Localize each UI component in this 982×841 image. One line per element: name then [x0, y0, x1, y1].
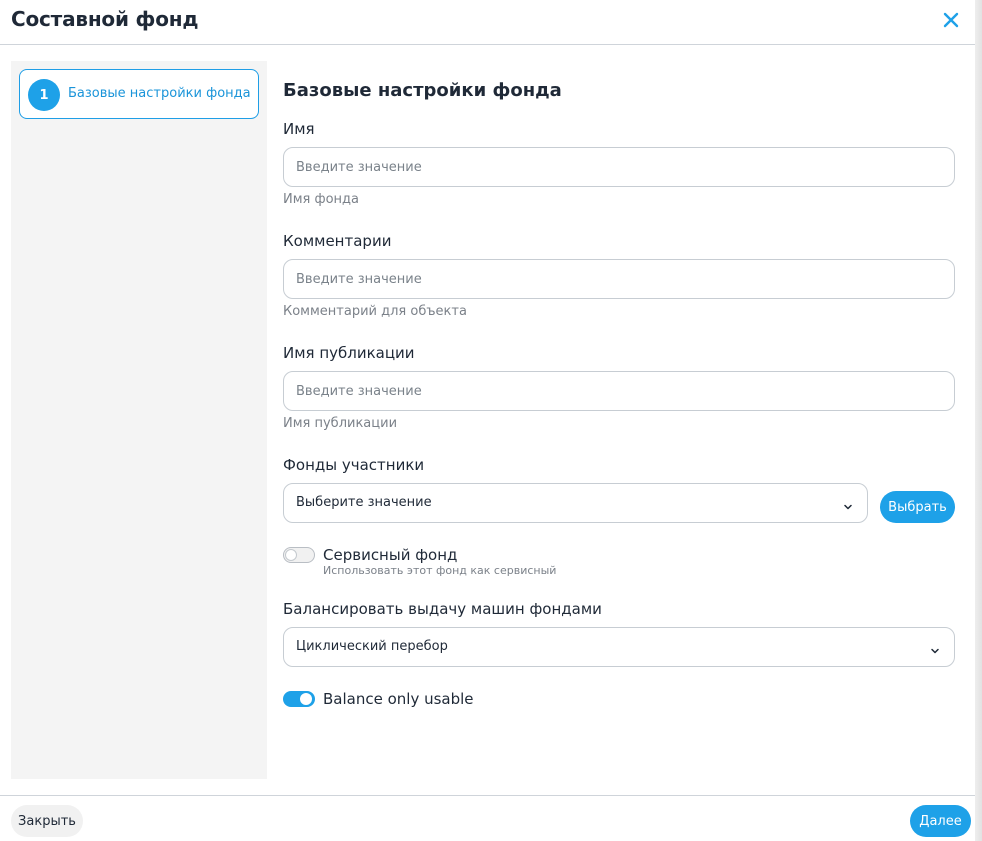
- dialog-footer: Закрыть Далее: [0, 795, 975, 841]
- comment-label: Комментарии: [283, 232, 392, 250]
- chevron-down-icon: [842, 498, 854, 510]
- balance-only-usable-label: Balance only usable: [323, 690, 474, 708]
- comment-hint: Комментарий для объекта: [283, 304, 467, 319]
- dialog-header: Составной фонд: [0, 0, 975, 45]
- toggle-knob: [285, 549, 297, 561]
- publication-name-hint: Имя публикации: [283, 416, 398, 431]
- member-pools-select-value: Выберите значение: [296, 495, 432, 510]
- section-title: Базовые настройки фонда: [283, 80, 562, 101]
- step-label: Базовые настройки фонда: [68, 86, 251, 101]
- dialog-title: Составной фонд: [11, 7, 199, 31]
- pick-member-pools-button[interactable]: Выбрать: [880, 491, 955, 523]
- member-pools-label: Фонды участники: [283, 456, 425, 474]
- name-hint: Имя фонда: [283, 192, 360, 207]
- next-button[interactable]: Далее: [910, 805, 971, 837]
- member-pools-select[interactable]: Выберите значение: [283, 483, 868, 523]
- balance-only-usable-toggle[interactable]: [283, 691, 315, 707]
- balancing-select[interactable]: Циклический перебор: [283, 627, 955, 667]
- scroll-shadow: [975, 0, 982, 841]
- name-input[interactable]: [283, 147, 955, 187]
- composite-pool-dialog: Составной фонд 1 Базовые настройки фонда…: [0, 0, 982, 841]
- balancing-select-value: Циклический перебор: [296, 639, 448, 654]
- balancing-label: Балансировать выдачу машин фондами: [283, 600, 602, 618]
- step-basic-settings[interactable]: 1 Базовые настройки фонда: [19, 69, 259, 119]
- stepper-sidebar: 1 Базовые настройки фонда: [11, 61, 267, 779]
- comment-input[interactable]: [283, 259, 955, 299]
- service-pool-label: Сервисный фонд: [323, 546, 458, 564]
- chevron-down-icon: [929, 642, 941, 654]
- publication-name-input[interactable]: [283, 371, 955, 411]
- service-pool-description: Использовать этот фонд как сервисный: [323, 564, 557, 577]
- publication-name-label: Имя публикации: [283, 344, 415, 362]
- name-label: Имя: [283, 120, 315, 138]
- step-number-badge: 1: [28, 79, 60, 111]
- close-icon[interactable]: [940, 9, 962, 31]
- close-button[interactable]: Закрыть: [11, 805, 83, 837]
- toggle-knob: [300, 693, 312, 705]
- service-pool-toggle[interactable]: [283, 547, 315, 563]
